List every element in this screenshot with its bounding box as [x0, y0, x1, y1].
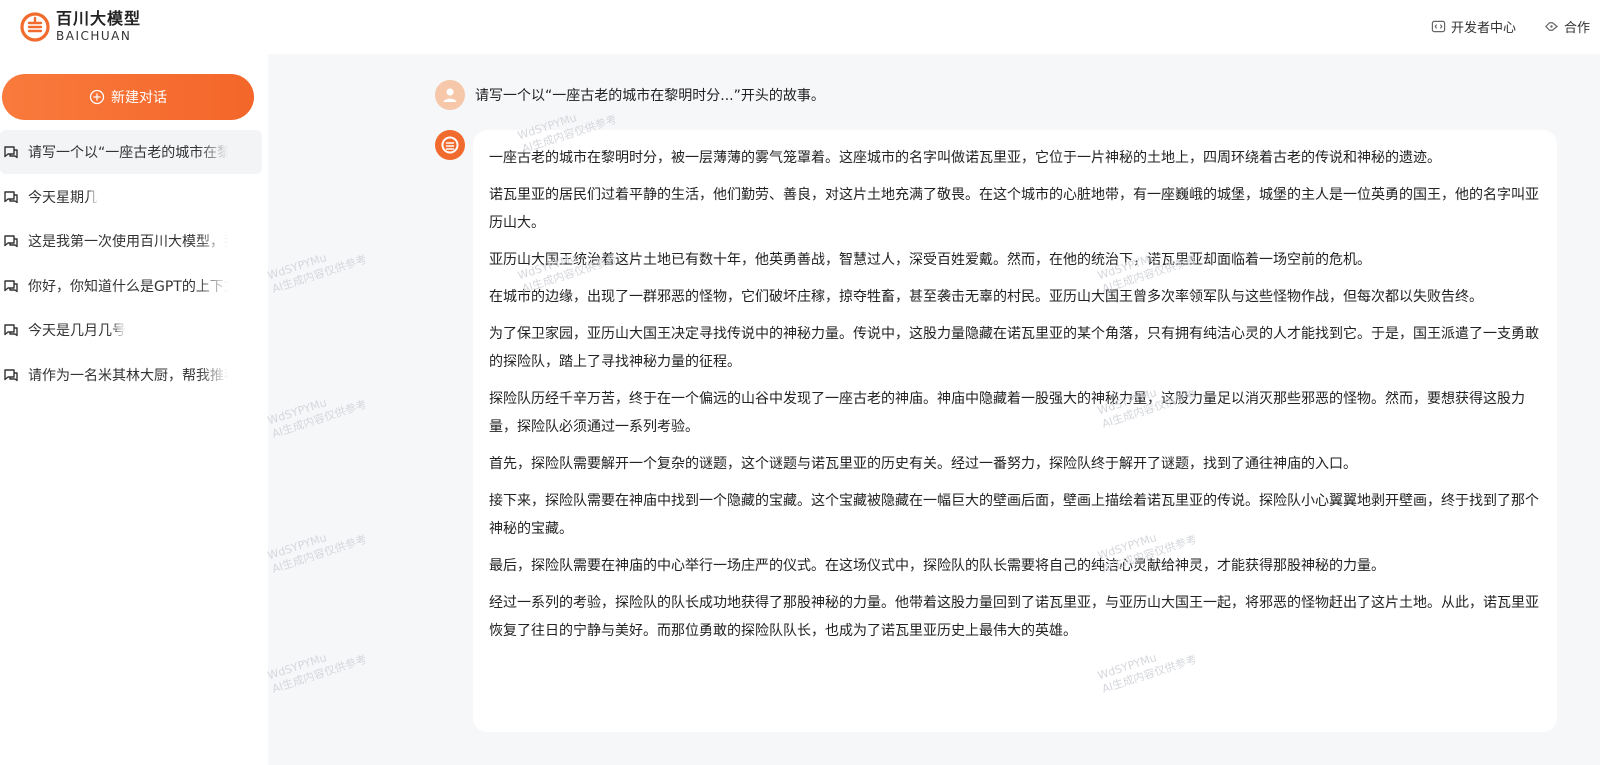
watermark-line: WdSYPYMu [266, 396, 329, 428]
code-icon [1431, 20, 1446, 33]
user-message-text: 请写一个以“一座古老的城市在黎明时分...”开头的故事。 [475, 88, 825, 104]
watermark-line: AI生成内容仅供参考 [270, 652, 369, 696]
header-actions: 开发者中心 合作 [1431, 17, 1590, 36]
assistant-answer: 一座古老的城市在黎明时分，被一层薄薄的雾气笼罩着。这座城市的名字叫做诺瓦里亚，它… [473, 130, 1557, 732]
answer-paragraph: 亚历山大国王统治着这片土地已有数十年，他英勇善战，智慧过人，深受百姓爱戴。然而，… [489, 252, 1371, 268]
answer-paragraph: 为了保卫家园，亚历山大国王决定寻找传说中的神秘力量。传说中，这股力量隐藏在诺瓦里… [489, 326, 1539, 370]
watermark-line: AI生成内容仅供参考 [270, 252, 369, 296]
history-item[interactable]: 今天是几月几号 [0, 308, 262, 352]
history-item-label: 请写一个以“一座古老的城市在黎明时分...”开头的故事。 [28, 145, 228, 161]
cooperation-label: 合作 [1563, 21, 1590, 36]
conversation-area: 请写一个以“一座古老的城市在黎明时分...”开头的故事。 一座古老的城市在黎明时… [266, 54, 1600, 765]
user-message: 请写一个以“一座古老的城市在黎明时分...”开头的故事。 [435, 80, 825, 110]
new-chat-label: 新建对话 [111, 90, 167, 106]
watermark-line: WdSYPYMu [266, 251, 329, 283]
assistant-avatar [435, 130, 465, 160]
watermark-line: AI生成内容仅供参考 [270, 397, 369, 441]
user-avatar [435, 80, 465, 110]
handshake-icon [1544, 22, 1559, 31]
plus-circle-icon [89, 89, 105, 105]
history-item[interactable]: 今天星期几 [0, 175, 262, 219]
history-item[interactable]: 这是我第一次使用百川大模型，我想了解一下你 [0, 219, 262, 263]
chat-bubble-icon [4, 324, 18, 337]
answer-paragraph: 探险队历经千辛万苦，终于在一个偏远的山谷中发现了一座古老的神庙。神庙中隐藏着一股… [489, 391, 1525, 435]
history-item-label: 这是我第一次使用百川大模型，我想了解一下你 [28, 234, 228, 250]
history-item-label: 请作为一名米其林大厨，帮我推荐几道菜 [28, 367, 228, 384]
watermark: WdSYPYMu AI生成内容仅供参考 [266, 239, 369, 296]
watermark-line: AI生成内容仅供参考 [270, 532, 369, 576]
history-item[interactable]: 请作为一名米其林大厨，帮我推荐几道菜 [0, 353, 262, 397]
history-item-label: 今天是几月几号 [28, 323, 126, 339]
baichuan-logo-icon [441, 136, 459, 154]
history-item[interactable]: 请写一个以“一座古老的城市在黎明时分...”开头的故事。 [0, 130, 262, 174]
new-chat-button[interactable]: 新建对话 [2, 74, 254, 120]
answer-paragraph: 首先，探险队需要解开一个复杂的谜题，这个谜题与诺瓦里亚的历史有关。经过一番努力，… [489, 456, 1357, 472]
watermark: WdSYPYMu AI生成内容仅供参考 [266, 384, 369, 441]
chat-bubble-icon [4, 146, 18, 159]
answer-paragraph: 在城市的边缘，出现了一群邪恶的怪物，它们破坏庄稼，掠夺牲畜，甚至袭击无辜的村民。… [489, 289, 1483, 305]
answer-paragraph: 诺瓦里亚的居民们过着平静的生活，他们勤劳、善良，对这片土地充满了敬畏。在这个城市… [489, 187, 1539, 231]
brand-name-cn: 百川大模型 [56, 9, 142, 28]
answer-paragraph: 一座古老的城市在黎明时分，被一层薄薄的雾气笼罩着。这座城市的名字叫做诺瓦里亚，它… [489, 150, 1441, 166]
history-item[interactable]: 你好，你知道什么是GPT的上下文窗口吗 [0, 264, 262, 308]
developer-center-link[interactable]: 开发者中心 [1431, 17, 1516, 36]
chat-bubble-icon [4, 190, 18, 203]
developer-center-label: 开发者中心 [1450, 21, 1516, 36]
watermark-line: WdSYPYMu [266, 531, 329, 563]
chat-bubble-icon [4, 279, 18, 292]
watermark: WdSYPYMu AI生成内容仅供参考 [266, 639, 369, 696]
history-item-label: 今天星期几 [28, 189, 98, 206]
user-icon [443, 88, 457, 102]
brand-logo[interactable]: 百川大模型 BAICHUAN [20, 11, 141, 42]
history-item-label: 你好，你知道什么是GPT的上下文窗口吗 [28, 278, 228, 295]
watermark-line: WdSYPYMu [266, 651, 329, 683]
answer-paragraph: 经过一系列的考验，探险队的队长成功地获得了那股神秘的力量。他带着这股力量回到了诺… [489, 595, 1539, 639]
answer-paragraph: 最后，探险队需要在神庙的中心举行一场庄严的仪式。在这场仪式中，探险队的队长需要将… [489, 558, 1385, 574]
baichuan-logo-icon [20, 11, 50, 42]
cooperation-link[interactable]: 合作 [1544, 17, 1590, 36]
watermark: WdSYPYMu AI生成内容仅供参考 [266, 519, 369, 576]
sidebar: 新建对话 请写一个以“一座古老的城市在黎明时分...”开头的故事。 今天星期几 … [0, 54, 268, 765]
chat-bubble-icon [4, 235, 18, 248]
chat-history-list: 请写一个以“一座古老的城市在黎明时分...”开头的故事。 今天星期几 这是我第一… [0, 130, 262, 397]
chat-bubble-icon [4, 368, 18, 381]
brand-name-en: BAICHUAN [56, 29, 132, 43]
answer-paragraph: 接下来，探险队需要在神庙中找到一个隐藏的宝藏。这个宝藏被隐藏在一幅巨大的壁画后面… [489, 493, 1539, 537]
top-header: 百川大模型 BAICHUAN 开发者中心 合作 [0, 0, 1600, 54]
